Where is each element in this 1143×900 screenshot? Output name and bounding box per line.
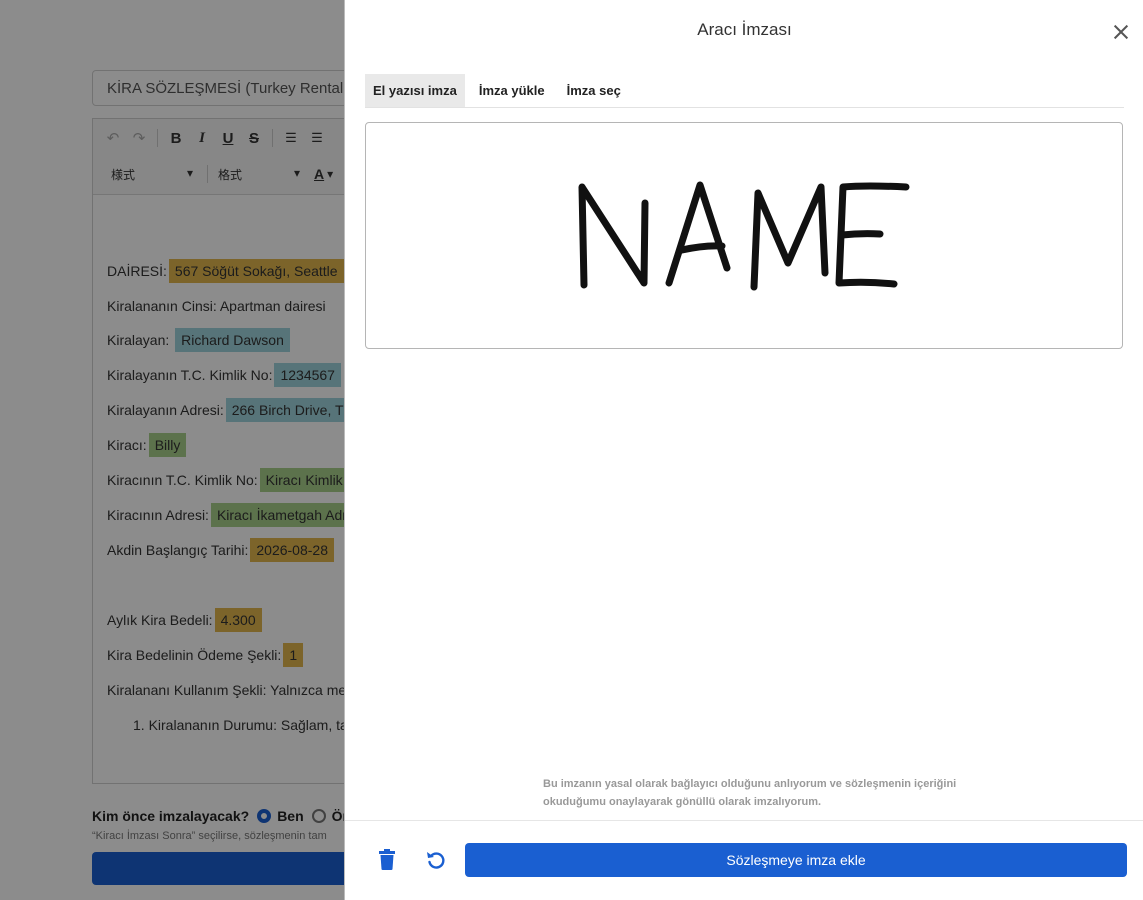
close-icon[interactable]	[1109, 20, 1133, 44]
signature-modal: Aracı İmzası El yazısı imza İmza yükle İ…	[344, 0, 1143, 900]
tab-select[interactable]: İmza seç	[559, 74, 629, 107]
modal-title: Aracı İmzası	[697, 20, 792, 39]
reset-icon[interactable]	[425, 849, 447, 871]
tab-upload[interactable]: İmza yükle	[471, 74, 553, 107]
trash-icon[interactable]	[377, 849, 397, 871]
signature-canvas[interactable]	[365, 122, 1123, 349]
signature-tabs: El yazısı imza İmza yükle İmza seç	[365, 74, 1124, 108]
tab-handwritten[interactable]: El yazısı imza	[365, 74, 465, 107]
handwritten-signature-drawing	[578, 181, 910, 291]
footer-divider	[345, 820, 1143, 821]
consent-text: Bu imzanın yasal olarak bağlayıcı olduğu…	[543, 778, 957, 808]
add-signature-button[interactable]: Sözleşmeye imza ekle	[465, 843, 1127, 877]
